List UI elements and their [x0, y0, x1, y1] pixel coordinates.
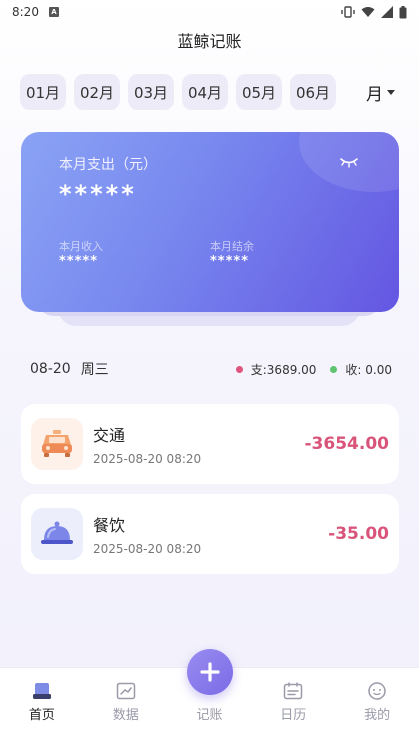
day-date: 08-20	[30, 361, 71, 377]
transaction-item[interactable]: 交通 2025-08-20 08:20 -3654.00	[21, 404, 399, 484]
nav-data[interactable]: 数据	[84, 668, 168, 744]
nav-calendar[interactable]: 日历	[251, 668, 335, 744]
transaction-icon-wrapper	[31, 508, 83, 560]
status-time: 8:20	[12, 5, 39, 19]
transaction-category: 餐饮	[93, 516, 126, 535]
car-icon	[42, 430, 72, 457]
month-tab-02[interactable]: 02月	[74, 74, 120, 110]
battery-icon	[399, 5, 407, 18]
day-expense-total: 支:3689.00	[250, 362, 317, 377]
nav-data-label: 数据	[112, 708, 139, 723]
transaction-amount: -35.00	[328, 524, 389, 544]
transaction-item[interactable]: 餐饮 2025-08-20 08:20 -35.00	[21, 494, 399, 574]
eye-closed-icon[interactable]	[339, 156, 359, 168]
month-tab-01[interactable]: 01月	[20, 74, 66, 110]
monthly-income-value: *****	[59, 254, 98, 269]
status-bar: 8:20 A	[0, 0, 419, 24]
transaction-amount: -3654.00	[304, 434, 390, 454]
month-tabs: 01月 02月 03月 04月 05月 06月	[20, 74, 336, 110]
caret-down-icon	[387, 89, 395, 95]
smiley-profile-icon	[368, 682, 386, 700]
income-dot-icon	[330, 365, 338, 373]
add-record-button[interactable]	[187, 649, 233, 695]
transaction-time: 2025-08-20 08:20	[93, 452, 202, 466]
month-tab-04[interactable]: 04月	[182, 74, 228, 110]
transaction-icon-wrapper	[31, 418, 83, 470]
monthly-income-label: 本月收入	[59, 240, 103, 253]
nav-home[interactable]: 首页	[0, 668, 84, 744]
plus-icon	[200, 662, 220, 682]
wifi-icon	[361, 7, 375, 17]
dining-cloche-icon	[41, 521, 73, 544]
monthly-summary-card: 本月支出（元） ***** 本月收入 ***** 本月结余 *****	[21, 132, 399, 312]
month-tab-06[interactable]: 06月	[290, 74, 336, 110]
month-tab-03[interactable]: 03月	[128, 74, 174, 110]
period-selected-label: 月	[366, 84, 383, 105]
nav-home-label: 首页	[28, 708, 55, 723]
day-weekday: 周三	[80, 362, 109, 378]
nav-calendar-label: 日历	[280, 708, 307, 723]
page-title: 蓝鲸记账	[177, 32, 242, 51]
app-notification-icon: A	[48, 7, 59, 17]
monthly-expense-value: *****	[59, 180, 137, 208]
monthly-balance-value: *****	[210, 254, 249, 269]
vibrate-icon	[341, 6, 355, 18]
transaction-time: 2025-08-20 08:20	[93, 542, 202, 556]
period-dropdown[interactable]: 月	[366, 74, 395, 110]
month-tab-05[interactable]: 05月	[236, 74, 282, 110]
nav-record-label: 记账	[196, 708, 223, 723]
monthly-expense-label: 本月支出（元）	[59, 157, 157, 173]
chart-icon	[116, 682, 135, 700]
nav-mine-label: 我的	[364, 708, 391, 723]
expense-dot-icon	[235, 365, 243, 373]
calendar-icon	[284, 682, 303, 700]
signal-icon	[381, 6, 393, 18]
day-income-total: 收: 0.00	[345, 362, 392, 377]
home-icon	[32, 683, 51, 699]
monthly-balance-label: 本月结余	[210, 240, 254, 253]
day-header: 08-20 周三 支:3689.00 收: 0.00	[30, 358, 392, 380]
transaction-category: 交通	[93, 426, 126, 445]
nav-mine[interactable]: 我的	[335, 668, 419, 744]
